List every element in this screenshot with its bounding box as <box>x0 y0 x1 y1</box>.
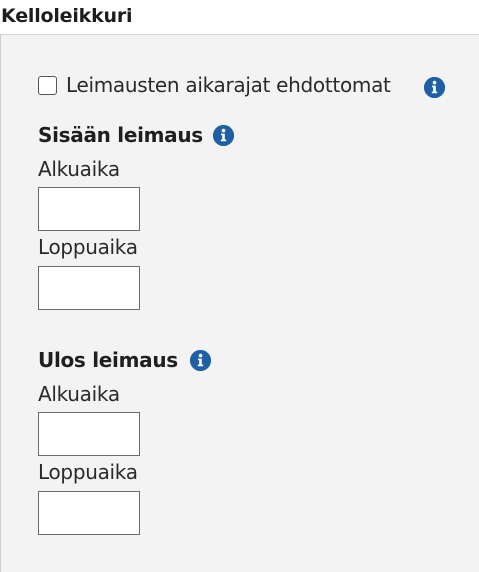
info-icon[interactable] <box>213 125 234 146</box>
page-header: Kelloleikkuri <box>0 0 479 34</box>
out-end-input[interactable] <box>38 491 140 535</box>
out-start-input[interactable] <box>38 412 140 456</box>
in-start-input[interactable] <box>38 187 140 231</box>
in-start-label: Alkuaika <box>38 157 120 181</box>
info-icon[interactable] <box>424 77 445 98</box>
section-heading-in: Sisään leimaus <box>38 123 203 147</box>
strict-limits-label: Leimausten aikarajat ehdottomat <box>66 73 391 97</box>
out-start-label: Alkuaika <box>38 382 120 406</box>
section-heading-out: Ulos leimaus <box>38 348 178 372</box>
info-icon[interactable] <box>190 350 211 371</box>
page-title: Kelloleikkuri <box>1 5 133 27</box>
in-end-input[interactable] <box>38 266 140 310</box>
in-end-label: Loppuaika <box>38 235 138 259</box>
out-end-label: Loppuaika <box>38 460 138 484</box>
strict-limits-checkbox[interactable] <box>38 76 57 95</box>
